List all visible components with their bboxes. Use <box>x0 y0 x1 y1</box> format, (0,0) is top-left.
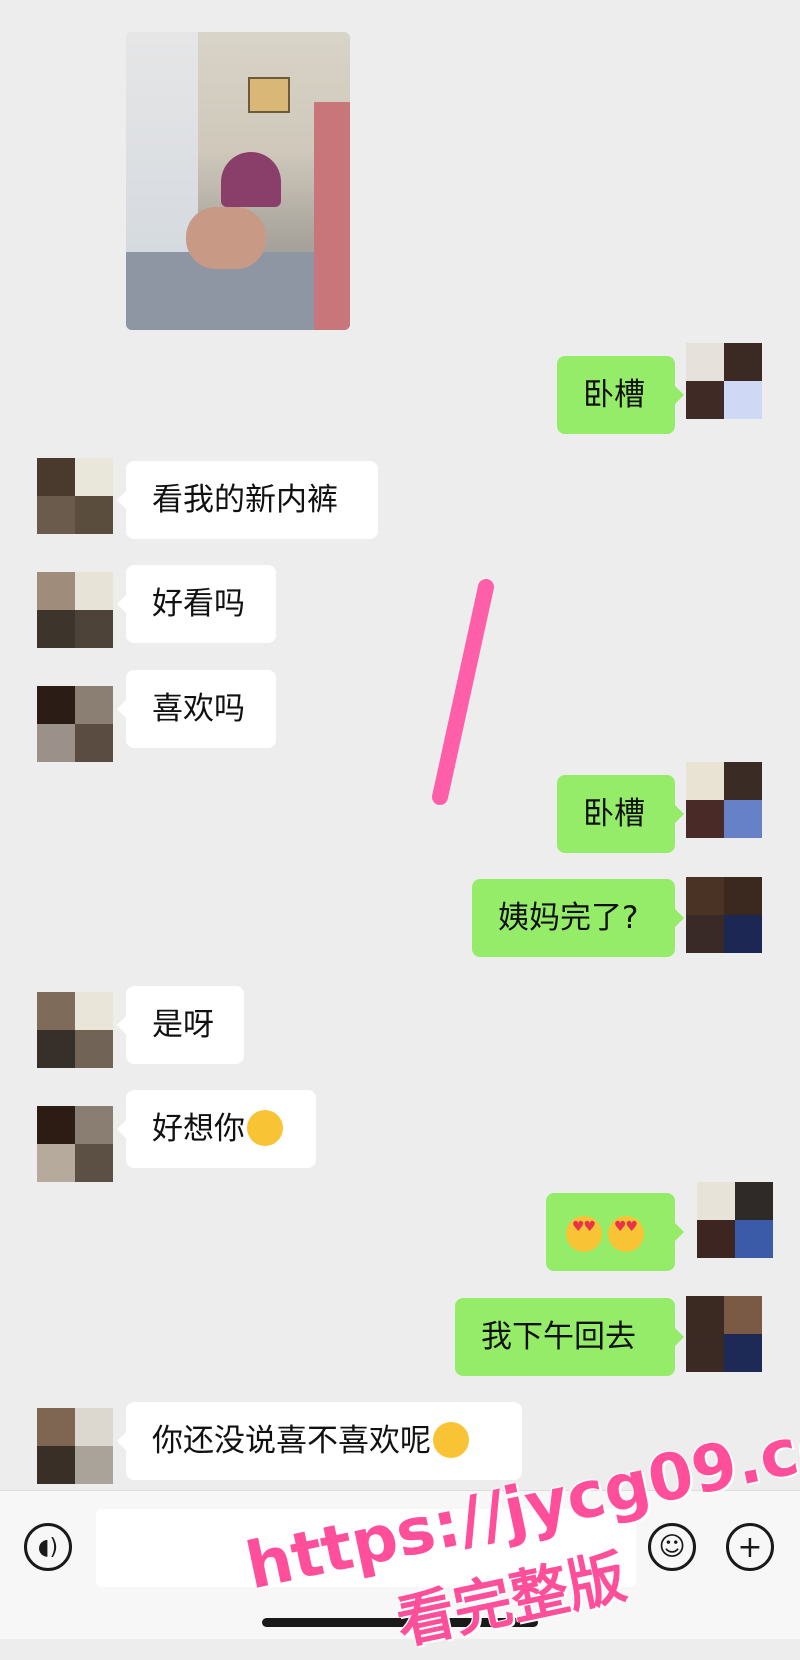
photo-frame <box>248 77 290 113</box>
pink-stroke-mark <box>432 579 494 805</box>
avatar-contact[interactable] <box>37 458 113 534</box>
avatar-contact[interactable] <box>37 1408 113 1484</box>
message-bubble[interactable]: 你还没说喜不喜欢呢 <box>117 1402 522 1480</box>
avatar-self[interactable] <box>697 1182 773 1258</box>
voice-icon[interactable]: ◖) <box>24 1523 72 1571</box>
shared-photo[interactable] <box>126 32 350 330</box>
message-bubble[interactable]: 好看吗 <box>117 565 276 643</box>
heart-eyes-emoji <box>608 1215 644 1252</box>
message-bubble[interactable]: 我下午回去 <box>455 1298 684 1376</box>
message-bubble[interactable]: 卧槽 <box>557 356 684 434</box>
message-bubble[interactable]: 卧槽 <box>557 775 684 853</box>
photo-person <box>221 152 281 207</box>
avatar-self[interactable] <box>686 1296 762 1372</box>
avatar-self[interactable] <box>686 343 762 419</box>
message-bubble[interactable]: 好想你 <box>117 1090 316 1168</box>
photo-curtain <box>314 102 350 330</box>
message-bubble[interactable] <box>546 1193 684 1271</box>
avatar-contact[interactable] <box>37 992 113 1068</box>
message-text: 你还没说喜不喜欢呢 <box>152 1423 431 1459</box>
plus-icon[interactable]: + <box>726 1523 774 1571</box>
message-bubble[interactable]: 是呀 <box>117 986 244 1064</box>
avatar-contact[interactable] <box>37 572 113 648</box>
avatar-self[interactable] <box>686 877 762 953</box>
avatar-contact[interactable] <box>37 1106 113 1182</box>
emoji-icon[interactable]: ☺ <box>648 1523 696 1571</box>
avatar-self[interactable] <box>686 762 762 838</box>
avatar-contact[interactable] <box>37 686 113 762</box>
photo-person-lower <box>186 207 266 269</box>
message-bubble[interactable]: 喜欢吗 <box>117 670 276 748</box>
heart-eyes-emoji <box>566 1215 602 1252</box>
shy-face-emoji <box>247 1109 283 1146</box>
message-text: 好想你 <box>152 1111 245 1147</box>
pouting-face-emoji <box>433 1421 469 1458</box>
message-bubble[interactable]: 姨妈完了? <box>472 879 684 957</box>
message-bubble[interactable]: 看我的新内裤 <box>117 461 378 539</box>
